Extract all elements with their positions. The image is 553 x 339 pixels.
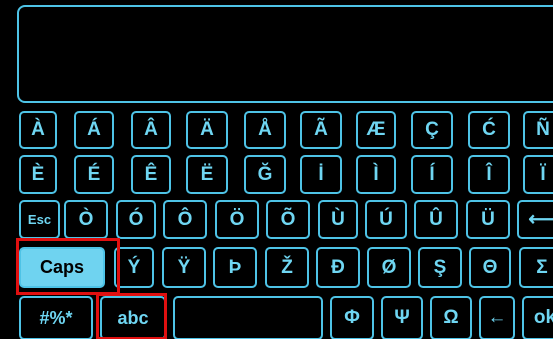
key-u-circumflex[interactable]: Û [414,200,458,239]
abc-key[interactable]: abc [100,296,166,339]
key-i-dot[interactable]: İ [300,155,342,194]
key-o-grave[interactable]: Ò [64,200,108,239]
key-phi[interactable]: Φ [330,296,374,339]
key-a-ring[interactable]: Å [244,111,286,149]
key-a-grave[interactable]: À [19,111,57,149]
key-thorn[interactable]: Þ [213,247,257,288]
symbols-key[interactable]: #%* [19,296,93,339]
key-i-acute[interactable]: Í [411,155,453,194]
escape-key[interactable]: Esc [19,200,60,239]
left-arrow-key[interactable]: ← [479,296,515,339]
key-o-acute[interactable]: Ó [116,200,156,239]
key-sigma[interactable]: Σ [519,247,553,288]
key-c-acute[interactable]: Ć [468,111,510,149]
key-y-umlaut[interactable]: Ÿ [162,247,206,288]
key-e-acute[interactable]: É [74,155,114,194]
key-a-umlaut[interactable]: Ä [186,111,228,149]
key-z-caron[interactable]: Ž [265,247,309,288]
key-i-grave[interactable]: Ì [356,155,396,194]
key-ae[interactable]: Æ [356,111,396,149]
key-u-grave[interactable]: Ù [318,200,358,239]
key-o-umlaut[interactable]: Ö [215,200,259,239]
key-a-acute[interactable]: Á [74,111,114,149]
key-a-circumflex[interactable]: Â [131,111,171,149]
key-o-circumflex[interactable]: Ô [163,200,207,239]
key-u-umlaut[interactable]: Ü [466,200,510,239]
virtual-keyboard-screen: À Á Â Ä Å Ã Æ Ç Ć Ñ È É Ê Ë Ğ İ Ì Í Î Ï … [0,0,553,339]
key-o-tilde[interactable]: Õ [266,200,310,239]
key-theta[interactable]: Θ [469,247,511,288]
key-s-cedilla[interactable]: Ş [418,247,462,288]
key-omega[interactable]: Ω [430,296,472,339]
key-i-circumflex[interactable]: Î [468,155,510,194]
key-c-cedilla[interactable]: Ç [411,111,453,149]
key-u-acute[interactable]: Ú [365,200,407,239]
key-e-umlaut[interactable]: Ë [186,155,228,194]
key-y-acute[interactable]: Ý [114,247,154,288]
key-d-stroke[interactable]: Đ [316,247,360,288]
backspace-key[interactable]: ⟵ [517,200,553,239]
key-a-tilde[interactable]: Ã [300,111,342,149]
key-e-grave[interactable]: È [19,155,57,194]
key-i-umlaut[interactable]: Ï [523,155,553,194]
text-display-area [17,5,553,103]
caps-lock-key[interactable]: Caps [19,247,105,288]
space-key[interactable] [173,296,323,339]
key-e-circumflex[interactable]: Ê [131,155,171,194]
key-n-tilde[interactable]: Ñ [523,111,553,149]
ok-key[interactable]: ok [522,296,553,339]
key-psi[interactable]: Ψ [381,296,423,339]
key-g-breve[interactable]: Ğ [244,155,286,194]
key-o-stroke[interactable]: Ø [367,247,411,288]
